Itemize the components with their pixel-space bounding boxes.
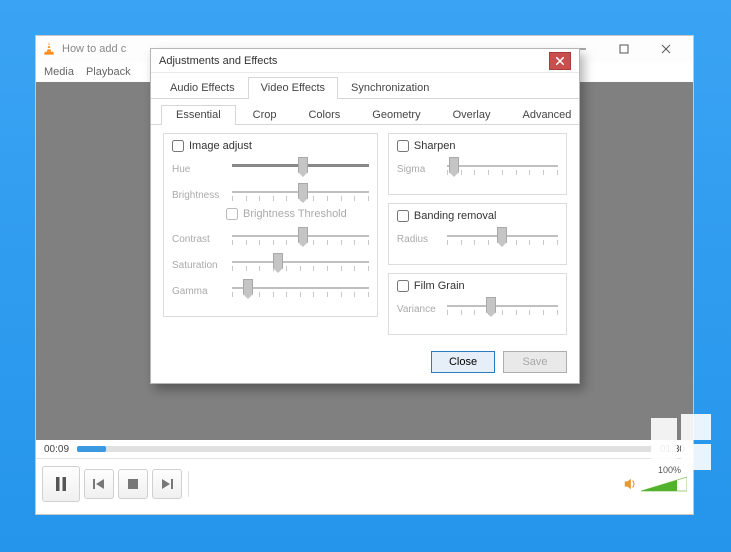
adjustments-dialog: Adjustments and Effects Audio Effects Vi… (150, 48, 580, 384)
gamma-slider[interactable] (232, 280, 369, 302)
image-adjust-group: Image adjust Hue Brightness Brightness T… (163, 133, 378, 317)
tab-crop[interactable]: Crop (238, 105, 292, 124)
tab-advanced[interactable]: Advanced (507, 105, 586, 124)
primary-tabs: Audio Effects Video Effects Synchronizat… (151, 73, 579, 99)
dialog-footer: Close Save (151, 343, 579, 383)
previous-button[interactable] (84, 469, 114, 499)
film-grain-checkbox[interactable]: Film Grain (397, 280, 558, 292)
time-current: 00:09 (44, 444, 69, 455)
hue-slider[interactable] (232, 158, 369, 180)
variance-slider[interactable] (447, 298, 558, 320)
brightness-slider[interactable] (232, 184, 369, 206)
tab-video-effects[interactable]: Video Effects (248, 77, 338, 99)
seek-slider[interactable] (77, 446, 652, 452)
banding-removal-group: Banding removal Radius (388, 203, 567, 265)
tab-audio-effects[interactable]: Audio Effects (157, 77, 248, 98)
brightness-threshold-checkbox[interactable]: Brightness Threshold (226, 208, 369, 220)
close-icon[interactable] (549, 52, 571, 70)
sigma-label: Sigma (397, 164, 441, 175)
radius-label: Radius (397, 234, 441, 245)
saturation-label: Saturation (172, 260, 226, 271)
controls-bar: 100% (36, 458, 693, 508)
variance-label: Variance (397, 304, 441, 315)
menu-media[interactable]: Media (44, 66, 74, 78)
volume-control[interactable]: 100% (623, 475, 687, 493)
sharpen-checkbox[interactable]: Sharpen (397, 140, 558, 152)
sigma-slider[interactable] (447, 158, 558, 180)
save-button[interactable]: Save (503, 351, 567, 373)
contrast-slider[interactable] (232, 228, 369, 250)
stop-button[interactable] (118, 469, 148, 499)
tab-colors[interactable]: Colors (293, 105, 355, 124)
hue-label: Hue (172, 164, 226, 175)
dialog-title: Adjustments and Effects (159, 55, 549, 67)
speaker-icon (623, 477, 637, 491)
time-bar: 00:09 01:30 (36, 440, 693, 458)
film-grain-group: Film Grain Variance (388, 273, 567, 335)
maximize-button[interactable] (603, 36, 645, 62)
tab-geometry[interactable]: Geometry (357, 105, 435, 124)
radius-slider[interactable] (447, 228, 558, 250)
sharpen-group: Sharpen Sigma (388, 133, 567, 195)
contrast-label: Contrast (172, 234, 226, 245)
windows-logo-icon (651, 412, 711, 472)
vlc-cone-icon (42, 42, 56, 56)
volume-slider[interactable]: 100% (641, 475, 687, 493)
tab-synchronization[interactable]: Synchronization (338, 77, 442, 98)
gamma-label: Gamma (172, 286, 226, 297)
banding-removal-checkbox[interactable]: Banding removal (397, 210, 558, 222)
brightness-label: Brightness (172, 190, 226, 201)
tab-essential[interactable]: Essential (161, 105, 236, 125)
saturation-slider[interactable] (232, 254, 369, 276)
close-window-button[interactable] (645, 36, 687, 62)
pause-button[interactable] (42, 466, 80, 502)
tab-overlay[interactable]: Overlay (438, 105, 506, 124)
image-adjust-checkbox[interactable]: Image adjust (172, 140, 369, 152)
next-button[interactable] (152, 469, 182, 499)
secondary-tabs: Essential Crop Colors Geometry Overlay A… (151, 99, 579, 125)
menu-playback[interactable]: Playback (86, 66, 131, 78)
close-button[interactable]: Close (431, 351, 495, 373)
dialog-titlebar: Adjustments and Effects (151, 49, 579, 73)
